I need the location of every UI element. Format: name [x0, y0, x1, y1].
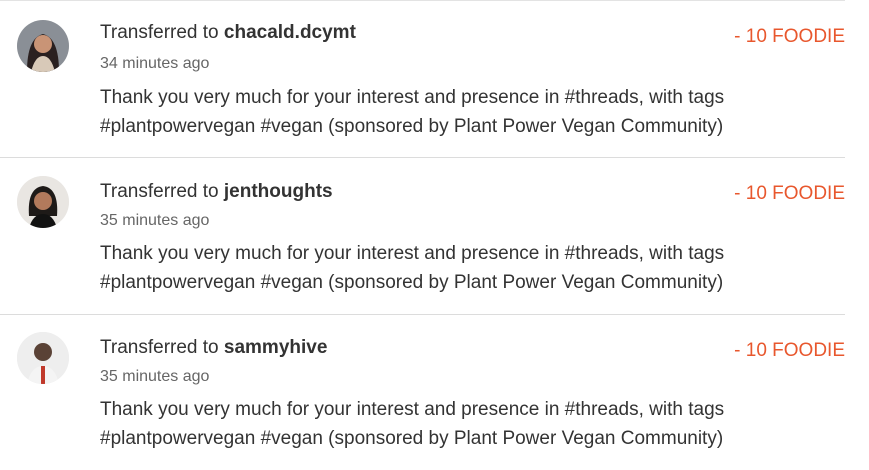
recipient-link[interactable]: sammyhive — [224, 337, 328, 358]
memo-line: #plantpowervegan #vegan (sponsored by Pl… — [100, 116, 724, 137]
transaction-item: Transferred to chacald.dcymt - 10 FOODIE… — [0, 0, 869, 156]
amount-label: - 10 FOODIE — [734, 183, 845, 204]
timestamp: 34 minutes ago — [100, 55, 210, 72]
transfer-prefix: Transferred to — [100, 337, 224, 358]
transfer-prefix: Transferred to — [100, 22, 224, 43]
avatar[interactable] — [17, 176, 69, 228]
timestamp: 35 minutes ago — [100, 368, 210, 385]
memo-text: Thank you very much for your interest an… — [100, 239, 800, 297]
memo-line: Thank you very much for your interest an… — [100, 243, 725, 264]
transfer-title: Transferred to jenthoughts — [100, 181, 333, 203]
memo-line: Thank you very much for your interest an… — [100, 87, 725, 108]
transfer-title: Transferred to chacald.dcymt — [100, 22, 356, 44]
avatar[interactable] — [17, 332, 69, 384]
recipient-link[interactable]: chacald.dcymt — [224, 22, 356, 43]
memo-line: #plantpowervegan #vegan (sponsored by Pl… — [100, 428, 724, 449]
transaction-item: Transferred to jenthoughts - 10 FOODIE 3… — [0, 157, 869, 313]
memo-line: #plantpowervegan #vegan (sponsored by Pl… — [100, 272, 724, 293]
user-avatar-image — [17, 20, 69, 72]
amount-label: - 10 FOODIE — [734, 26, 845, 47]
memo-text: Thank you very much for your interest an… — [100, 83, 800, 141]
user-avatar-image — [17, 176, 69, 228]
memo-text: Thank you very much for your interest an… — [100, 395, 800, 453]
transfer-prefix: Transferred to — [100, 181, 224, 202]
transfer-title: Transferred to sammyhive — [100, 337, 327, 359]
amount-label: - 10 FOODIE — [734, 340, 845, 361]
memo-line: Thank you very much for your interest an… — [100, 399, 725, 420]
transaction-item: Transferred to sammyhive - 10 FOODIE 35 … — [0, 314, 869, 470]
timestamp: 35 minutes ago — [100, 212, 210, 229]
avatar[interactable] — [17, 20, 69, 72]
user-avatar-image — [17, 332, 69, 384]
recipient-link[interactable]: jenthoughts — [224, 181, 333, 202]
